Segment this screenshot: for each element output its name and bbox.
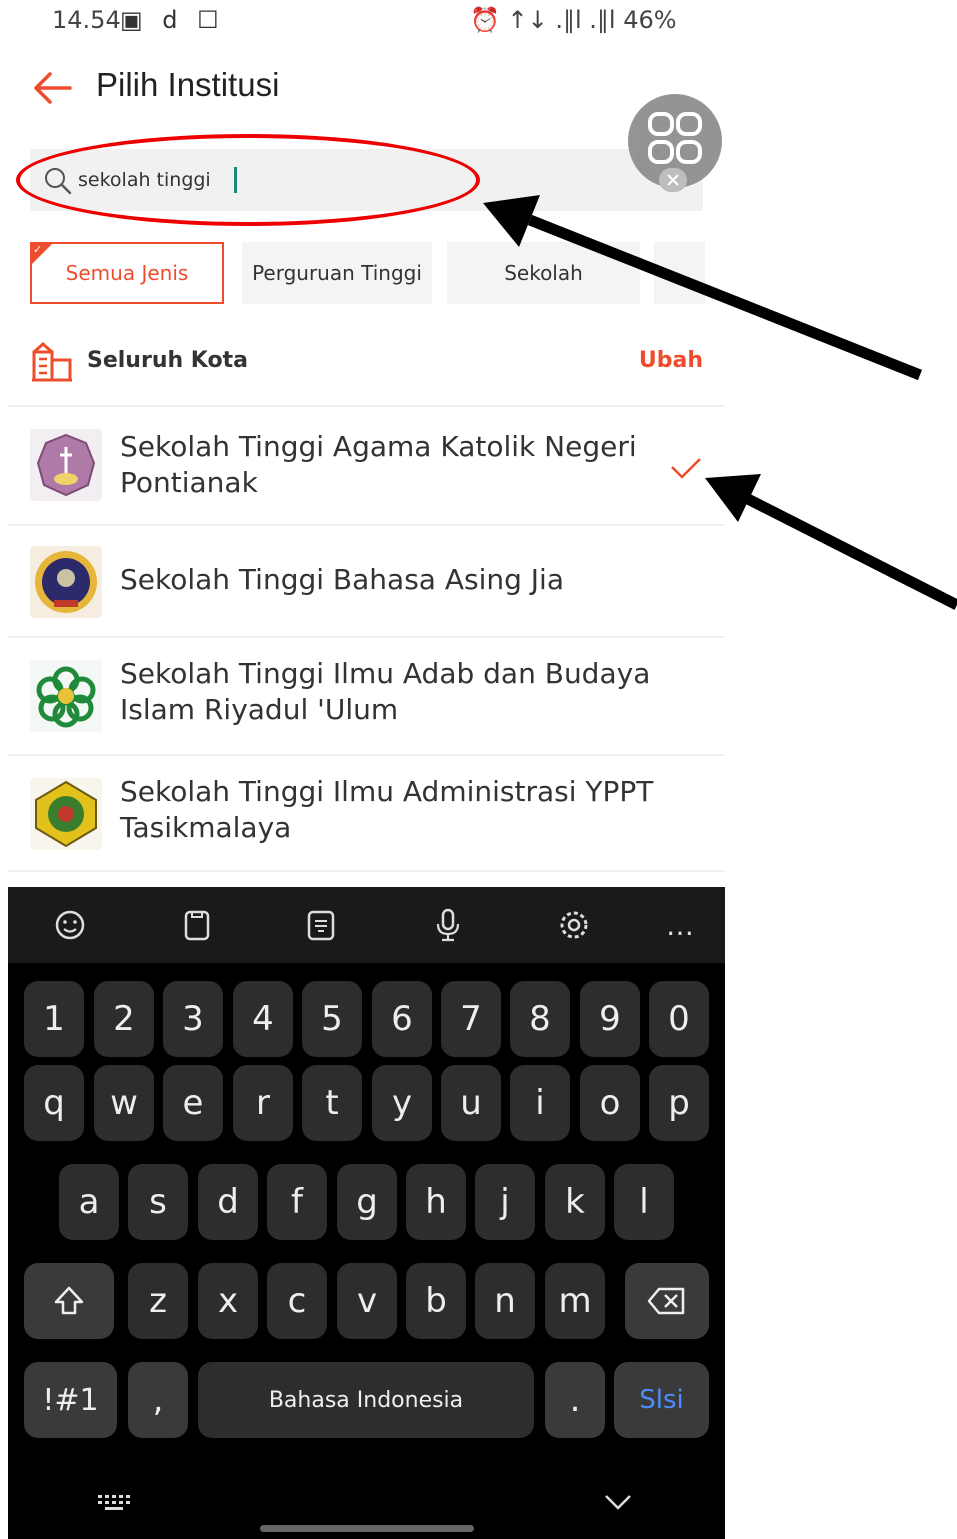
chip-label: Perguruan Tinggi [252, 261, 422, 285]
chip-perguruan-tinggi[interactable]: Perguruan Tinggi [242, 242, 432, 304]
annotation-arrow [705, 474, 957, 610]
institution-name: Sekolah Tinggi Ilmu Administrasi YPPT Ta… [120, 775, 654, 844]
key-a[interactable]: a [59, 1164, 119, 1240]
list-item[interactable]: Sekolah Tinggi Ilmu Adab dan Budaya Isla… [8, 636, 725, 754]
key-e[interactable]: e [163, 1065, 223, 1141]
institution-name: Sekolah Tinggi Bahasa Asing Jia [120, 563, 564, 596]
key-1[interactable]: 1 [24, 981, 84, 1057]
key-n[interactable]: n [475, 1263, 535, 1339]
institution-logo [30, 546, 102, 618]
app-bar: Pilih Institusi [0, 58, 725, 122]
key-c[interactable]: c [267, 1263, 327, 1339]
emoji-icon[interactable] [48, 903, 92, 947]
city-filter-row: Seluruh Kota Ubah [30, 336, 705, 390]
backspace-icon [647, 1287, 685, 1315]
key-p[interactable]: p [649, 1065, 709, 1141]
institution-logo [30, 778, 102, 850]
key-3[interactable]: 3 [163, 981, 223, 1057]
page-title: Pilih Institusi [96, 66, 280, 103]
annotation-ellipse [16, 134, 480, 226]
keyboard-toolbar: … [8, 887, 725, 963]
key-6[interactable]: 6 [372, 981, 432, 1057]
chip-label: Sekolah [504, 261, 583, 285]
key-w[interactable]: w [94, 1065, 154, 1141]
keyboard-switch-icon[interactable] [96, 1487, 132, 1517]
check-icon: ✓ [33, 243, 43, 256]
clipboard-icon[interactable] [175, 903, 219, 947]
list-item[interactable]: Sekolah Tinggi Ilmu Administrasi YPPT Ta… [8, 754, 725, 872]
on-screen-keyboard: … 1 2 3 4 5 6 7 8 9 0 q w e r t y u i o … [8, 887, 725, 1539]
building-icon [32, 342, 72, 382]
chip-sekolah[interactable]: Sekolah [447, 242, 640, 304]
key-f[interactable]: f [267, 1164, 327, 1240]
key-h[interactable]: h [406, 1164, 466, 1240]
hide-keyboard-icon[interactable] [600, 1487, 636, 1517]
filter-chips: ✓ Semua Jenis Perguruan Tinggi Sekolah [30, 242, 705, 306]
chip-semua-jenis[interactable]: ✓ Semua Jenis [30, 242, 224, 304]
key-7[interactable]: 7 [441, 981, 501, 1057]
microphone-icon[interactable] [426, 903, 470, 947]
chip-more[interactable] [654, 242, 705, 304]
space-key[interactable]: Bahasa Indonesia [198, 1362, 534, 1438]
status-bar: 14.54 ▣ d ☐ ⏰ ↑↓ .∥l .∥l 46% [0, 0, 725, 46]
comma-key[interactable]: , [128, 1362, 188, 1438]
status-time: 14.54 [52, 6, 121, 34]
system-status-icons: ⏰ ↑↓ .∥l .∥l 46% [470, 6, 677, 34]
notification-icons: ▣ d ☐ [120, 6, 225, 34]
shift-key[interactable] [24, 1263, 114, 1339]
back-arrow-icon[interactable] [30, 66, 78, 110]
chip-label: Semua Jenis [65, 261, 189, 285]
key-x[interactable]: x [198, 1263, 258, 1339]
institution-list: Sekolah Tinggi Agama Katolik Negeri Pont… [8, 405, 725, 872]
key-5[interactable]: 5 [302, 981, 362, 1057]
backspace-key[interactable] [625, 1263, 709, 1339]
key-k[interactable]: k [545, 1164, 605, 1240]
key-z[interactable]: z [128, 1263, 188, 1339]
key-v[interactable]: v [337, 1263, 397, 1339]
key-q[interactable]: q [24, 1065, 84, 1141]
key-b[interactable]: b [406, 1263, 466, 1339]
city-label: Seluruh Kota [87, 348, 248, 373]
key-o[interactable]: o [580, 1065, 640, 1141]
key-9[interactable]: 9 [580, 981, 640, 1057]
key-2[interactable]: 2 [94, 981, 154, 1057]
key-y[interactable]: y [372, 1065, 432, 1141]
key-r[interactable]: r [233, 1065, 293, 1141]
keyboard-mode-icon[interactable] [299, 903, 343, 947]
key-4[interactable]: 4 [233, 981, 293, 1057]
change-city-link[interactable]: Ubah [639, 348, 703, 373]
key-d[interactable]: d [198, 1164, 258, 1240]
list-item[interactable]: Sekolah Tinggi Bahasa Asing Jia [8, 524, 725, 636]
settings-gear-icon[interactable] [552, 903, 596, 947]
key-l[interactable]: l [614, 1164, 674, 1240]
shift-icon [54, 1286, 84, 1315]
more-icon[interactable]: … [658, 903, 702, 947]
key-m[interactable]: m [545, 1263, 605, 1339]
key-8[interactable]: 8 [510, 981, 570, 1057]
phone-screen: 14.54 ▣ d ☐ ⏰ ↑↓ .∥l .∥l 46% Pilih Insti… [0, 0, 725, 1539]
key-i[interactable]: i [510, 1065, 570, 1141]
institution-logo [30, 429, 102, 501]
key-u[interactable]: u [441, 1065, 501, 1141]
key-s[interactable]: s [128, 1164, 188, 1240]
institution-name: Sekolah Tinggi Agama Katolik Negeri Pont… [120, 430, 637, 499]
institution-name: Sekolah Tinggi Ilmu Adab dan Budaya Isla… [120, 657, 651, 726]
key-g[interactable]: g [337, 1164, 397, 1240]
home-indicator [260, 1525, 474, 1532]
period-key[interactable]: . [545, 1362, 605, 1438]
floating-close-icon[interactable] [659, 168, 687, 192]
key-j[interactable]: j [475, 1164, 535, 1240]
key-t[interactable]: t [302, 1065, 362, 1141]
enter-key[interactable]: Slsi [614, 1362, 709, 1438]
symbols-key[interactable]: !#1 [24, 1362, 117, 1438]
check-icon [671, 458, 701, 479]
key-0[interactable]: 0 [649, 981, 709, 1057]
list-item[interactable]: Sekolah Tinggi Agama Katolik Negeri Pont… [8, 405, 725, 524]
institution-logo [30, 660, 102, 732]
